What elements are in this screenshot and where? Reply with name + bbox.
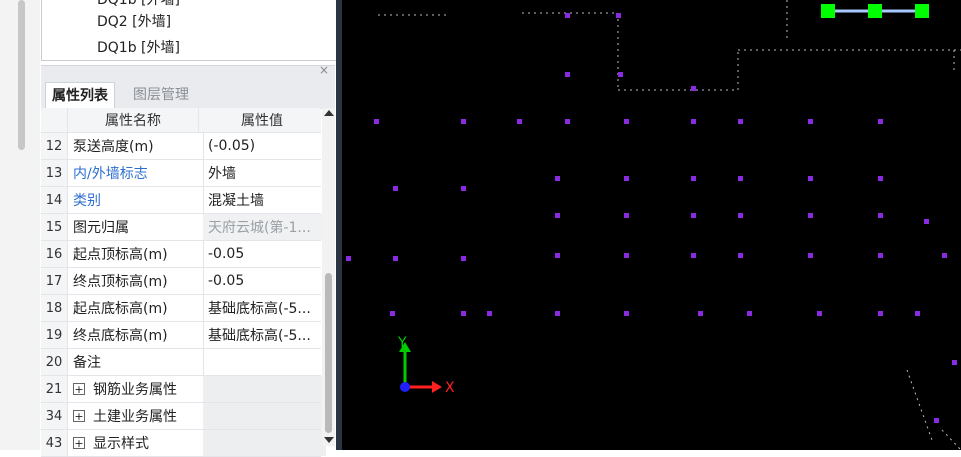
grip-handle[interactable] <box>821 4 835 18</box>
properties-panel: DQ1b [外墙] DQ2 [外墙] DQ1b [外墙] × 属性列表 图层管理… <box>40 0 337 457</box>
group-value-cell <box>203 403 326 429</box>
property-name: 内/外墙标志 <box>68 160 204 186</box>
table-scrollbar[interactable] <box>322 108 335 446</box>
group-name: 土建业务属性 <box>93 409 177 425</box>
row-number: 15 <box>41 214 68 240</box>
row-number: 43 <box>41 430 68 456</box>
property-value: 天府云城(第-1... <box>203 214 326 240</box>
drawing-canvas[interactable]: Y X <box>342 0 961 450</box>
table-row[interactable]: 15 图元归属 天府云城(第-1... <box>41 214 326 241</box>
group-name: 显示样式 <box>93 436 149 452</box>
left-dock-strip <box>0 0 40 450</box>
property-name: 终点顶标高(m) <box>68 268 204 294</box>
expand-icon[interactable]: + <box>73 383 85 395</box>
property-name: 起点顶标高(m) <box>68 241 204 267</box>
group-value-cell <box>203 430 326 456</box>
row-number: 18 <box>41 295 68 321</box>
table-row[interactable]: 18 起点底标高(m) 基础底标高(-5... <box>41 295 321 322</box>
list-item[interactable]: DQ2 [外墙] <box>97 11 171 33</box>
header-name: 属性名称 <box>68 108 199 132</box>
row-number: 19 <box>41 322 68 348</box>
group-name-cell: + 土建业务属性 <box>68 403 204 429</box>
property-value[interactable]: (-0.05) <box>203 133 326 159</box>
table-row[interactable]: 17 终点顶标高(m) -0.05 <box>41 268 321 295</box>
origin-marker <box>400 382 410 392</box>
table-row[interactable]: 12 泵送高度(m) (-0.05) <box>41 133 321 160</box>
property-value[interactable]: 基础底标高(-5... <box>203 322 326 348</box>
group-value-cell <box>203 376 326 402</box>
row-number: 12 <box>41 133 68 159</box>
table-group-row[interactable]: 43 + 显示样式 <box>41 430 326 457</box>
list-item[interactable]: DQ1b [外墙] <box>97 0 180 11</box>
property-name: 图元归属 <box>68 214 204 240</box>
property-name: 泵送高度(m) <box>68 133 204 159</box>
left-scrollbar-thumb[interactable] <box>18 0 25 150</box>
property-name: 备注 <box>68 349 204 375</box>
row-number: 14 <box>41 187 68 213</box>
group-name: 钢筋业务属性 <box>93 382 177 398</box>
expand-icon[interactable]: + <box>73 410 85 422</box>
property-table: 属性名称 属性值 12 泵送高度(m) (-0.05) 13 内/外墙标志 外墙… <box>41 108 326 457</box>
group-name-cell: + 显示样式 <box>68 430 204 456</box>
tab-property-list[interactable]: 属性列表 <box>45 82 115 110</box>
property-value[interactable]: 基础底标高(-5... <box>203 295 326 321</box>
row-number: 16 <box>41 241 68 267</box>
canvas-drawing: Y X <box>346 0 961 450</box>
panel-header: × <box>41 63 335 80</box>
row-number: 34 <box>41 403 68 429</box>
table-row[interactable]: 13 内/外墙标志 外墙 <box>41 160 321 187</box>
property-value[interactable]: -0.05 <box>203 268 326 294</box>
header-value: 属性值 <box>241 113 283 129</box>
axis-indicator: Y X <box>397 335 455 396</box>
close-icon[interactable]: × <box>319 63 329 77</box>
x-axis-label: X <box>445 380 455 396</box>
scroll-down-icon[interactable] <box>324 437 334 443</box>
grip-handle[interactable] <box>868 4 882 18</box>
table-group-row[interactable]: 21 + 钢筋业务属性 <box>41 376 326 403</box>
tab-layer-management[interactable]: 图层管理 <box>127 82 195 108</box>
row-number: 21 <box>41 376 68 402</box>
property-value[interactable] <box>203 349 326 375</box>
property-name: 终点底标高(m) <box>68 322 204 348</box>
guide-lines <box>378 0 961 450</box>
header-num-cell <box>41 108 68 132</box>
table-row[interactable]: 14 类别 混凝土墙 <box>41 187 321 214</box>
row-number: 20 <box>41 349 68 375</box>
row-number: 17 <box>41 268 68 294</box>
expand-icon[interactable]: + <box>73 437 85 449</box>
grip-handle[interactable] <box>915 4 929 18</box>
table-row[interactable]: 20 备注 <box>41 349 321 376</box>
table-row[interactable]: 16 起点顶标高(m) -0.05 <box>41 241 321 268</box>
panel-tabs: 属性列表 图层管理 <box>41 79 335 110</box>
y-axis-label: Y <box>397 335 407 351</box>
property-name: 起点底标高(m) <box>68 295 204 321</box>
table-row[interactable]: 19 终点底标高(m) 基础底标高(-5... <box>41 322 321 349</box>
property-value[interactable]: 混凝土墙 <box>203 187 326 213</box>
element-list: DQ1b [外墙] DQ2 [外墙] DQ1b [外墙] <box>41 0 337 61</box>
row-number: 13 <box>41 160 68 186</box>
list-item[interactable]: DQ1b [外墙] <box>97 37 180 59</box>
table-header-row: 属性名称 属性值 <box>41 108 321 133</box>
property-name: 类别 <box>68 187 204 213</box>
scroll-up-icon[interactable] <box>324 110 334 116</box>
table-group-row[interactable]: 34 + 土建业务属性 <box>41 403 326 430</box>
property-value[interactable]: -0.05 <box>203 241 326 267</box>
scrollbar-thumb[interactable] <box>325 273 332 433</box>
selected-wall[interactable] <box>821 4 929 18</box>
column-markers <box>346 13 957 423</box>
group-name-cell: + 钢筋业务属性 <box>68 376 204 402</box>
property-value[interactable]: 外墙 <box>203 160 326 186</box>
